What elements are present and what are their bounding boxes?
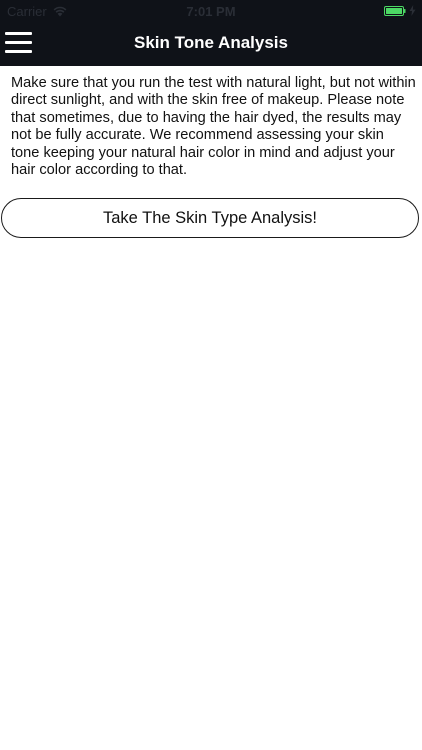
charging-bolt-icon bbox=[409, 5, 416, 16]
status-bar: Carrier 7:01 PM bbox=[0, 0, 422, 22]
battery-icon bbox=[384, 5, 406, 16]
start-analysis-button-label: Take The Skin Type Analysis! bbox=[102, 208, 317, 227]
status-time: 7:01 PM bbox=[186, 4, 236, 19]
top-bar: Carrier 7:01 PM Skin Tone Analysis bbox=[0, 0, 422, 66]
start-analysis-button[interactable]: Take The Skin Type Analysis! bbox=[1, 198, 419, 238]
instructions-text: Make sure that you run the test with nat… bbox=[11, 75, 416, 179]
page-title: Skin Tone Analysis bbox=[134, 33, 288, 52]
battery-indicator bbox=[384, 5, 416, 16]
navigation-bar: Skin Tone Analysis bbox=[0, 22, 422, 66]
